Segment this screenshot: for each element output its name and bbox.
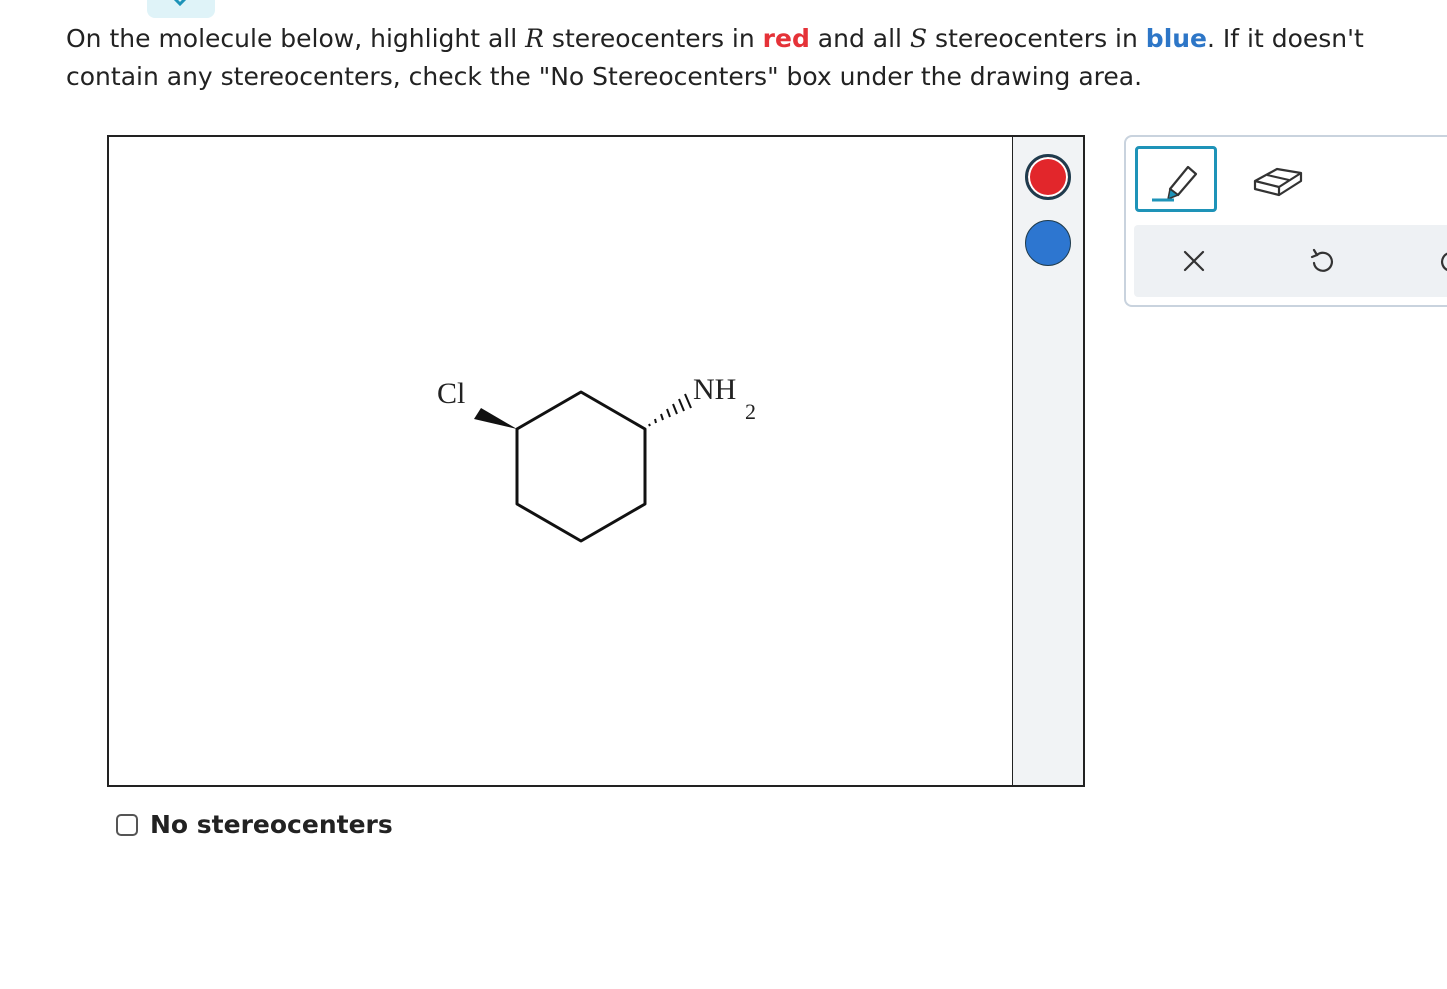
- pen-tool-button[interactable]: [1135, 146, 1217, 212]
- chlorine-label: Cl: [437, 377, 465, 410]
- amine-label: NH: [693, 373, 736, 406]
- question-text: On the molecule below, highlight all R s…: [66, 24, 1364, 91]
- no-stereocenters-checkbox[interactable]: [116, 813, 138, 836]
- r-variable: R: [525, 24, 544, 53]
- wedge-bond: [474, 408, 517, 429]
- top-collapse-tab[interactable]: [147, 0, 215, 18]
- blue-color-swatch[interactable]: [1025, 220, 1071, 266]
- eraser-icon: [1253, 167, 1303, 197]
- undo-button[interactable]: [1294, 233, 1350, 289]
- eraser-tool-button[interactable]: [1244, 149, 1310, 209]
- undo-icon: [1310, 248, 1333, 272]
- drawing-canvas[interactable]: Cl NH 2: [107, 135, 1015, 787]
- no-stereocenters-label: No stereocenters: [150, 810, 393, 839]
- close-icon: [1183, 250, 1205, 272]
- molecule-drawing[interactable]: Cl NH 2: [109, 137, 1013, 785]
- s-variable: S: [909, 24, 928, 53]
- blue-word: blue: [1145, 24, 1208, 53]
- amine-subscript: 2: [745, 399, 756, 424]
- color-palette: [1012, 135, 1085, 787]
- red-word: red: [762, 24, 810, 53]
- cyclohexane-ring: [515, 390, 647, 543]
- no-stereocenters-option[interactable]: No stereocenters: [116, 810, 393, 839]
- hashed-bond: [648, 393, 692, 427]
- tool-panel: [1124, 135, 1447, 307]
- action-bar: [1134, 225, 1447, 297]
- redo-icon: [1441, 252, 1447, 271]
- redo-button[interactable]: [1424, 233, 1447, 289]
- clear-button[interactable]: [1166, 233, 1222, 289]
- red-color-swatch[interactable]: [1025, 154, 1071, 200]
- pen-icon: [1152, 165, 1198, 202]
- chevron-down-icon: [173, 0, 187, 7]
